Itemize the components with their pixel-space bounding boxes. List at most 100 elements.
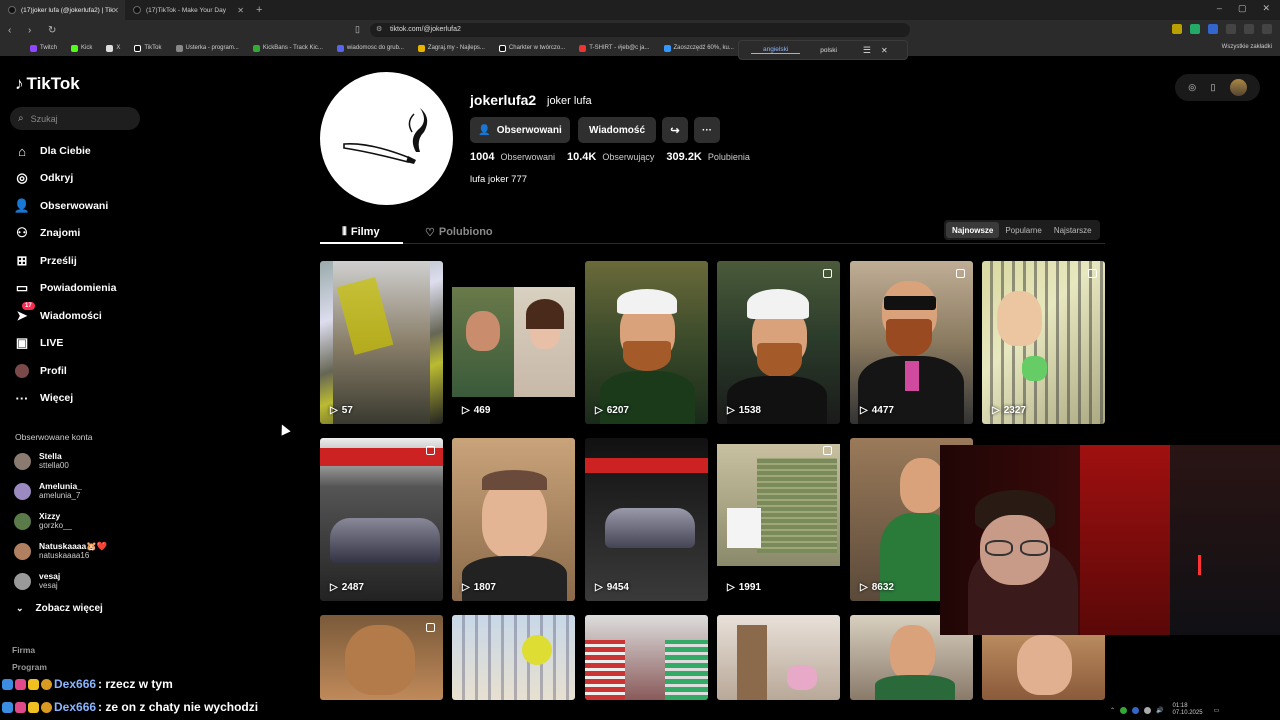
tray-arrow-icon[interactable]: ⌃ [1110, 707, 1115, 714]
compass-icon[interactable]: ◎ [1188, 82, 1196, 93]
profile-avatar[interactable] [320, 72, 453, 205]
profile-icon[interactable] [1244, 24, 1254, 34]
back-icon[interactable]: ‹ [8, 25, 20, 36]
bookmark-item[interactable]: Usterka - program... [175, 44, 239, 52]
followed-account[interactable]: Amelunia_ amelunia_7 [14, 481, 82, 501]
bookmark-item[interactable]: Zaoszczędź 60%, ku... [663, 44, 734, 52]
video-thumbnail[interactable]: ▷ 2487 [320, 438, 443, 601]
browser-tab[interactable]: (17)TikTok - Make Your Day ✕ [125, 0, 250, 20]
browser-tab[interactable]: (17)joker lufa (@jokerlufa2) | Tik ✕ [0, 0, 125, 20]
video-thumbnail[interactable]: ▷ 2327 [982, 261, 1105, 424]
video-thumbnail[interactable]: ▷ 57 [320, 261, 443, 424]
notification-icon[interactable]: ▭ [1214, 707, 1220, 714]
video-thumbnail[interactable]: ▷ 469 [452, 261, 575, 424]
sidebar-item-for-you[interactable]: ⌂ Dla Ciebie [14, 143, 91, 159]
sidebar-item-more[interactable]: ··· Więcej [14, 390, 74, 406]
tray-app-icon[interactable] [1144, 706, 1152, 714]
tiktok-logo[interactable]: ♪ TikTok [15, 74, 80, 94]
following-count-label[interactable]: Obserwowani [500, 152, 555, 162]
footer-link-program[interactable]: Program [12, 662, 47, 672]
sidebar-item-friends[interactable]: ⚇ Znajomi [14, 225, 80, 241]
followed-account[interactable]: Xizzy gorzko__ [14, 511, 72, 531]
following-button[interactable]: 👤 Obserwowani [470, 117, 570, 143]
translate-to[interactable]: polski [808, 47, 849, 54]
bookmark-item[interactable]: T-SHIRT - #jeb@c ja... [579, 44, 650, 52]
extension-icon[interactable] [1208, 24, 1218, 34]
search-input[interactable]: ⌕ Szukaj [10, 107, 140, 130]
followed-account[interactable]: Stella sttella00 [14, 451, 69, 471]
sort-oldest[interactable]: Najstarsze [1048, 222, 1098, 238]
logo-text: TikTok [26, 74, 80, 93]
phone-app-icon[interactable]: ▯ [1210, 82, 1215, 93]
sidebar-item-following[interactable]: 👤 Obserwowani [14, 198, 108, 214]
url-field[interactable]: ⚙ tiktok.com/@jokerlufa2 [370, 23, 910, 37]
site-info-icon[interactable]: ⚙ [376, 25, 382, 33]
followers-count-label[interactable]: Obserwujący [602, 152, 654, 162]
bookmark-kick[interactable]: Kick [71, 44, 92, 52]
followed-account[interactable]: Natuskaaaa🐹❤️ natuskaaaa16 [14, 541, 107, 561]
clock[interactable]: 01:18 07.10.2025 [1173, 703, 1203, 717]
sort-newest[interactable]: Najnowsze [946, 222, 1000, 238]
close-tab-icon[interactable]: ✕ [112, 6, 119, 15]
user-avatar[interactable] [1229, 79, 1247, 96]
video-thumbnail[interactable] [452, 615, 575, 700]
bookmark-twitch[interactable]: Twitch [30, 44, 57, 52]
video-thumbnail[interactable]: ▷ 4477 [850, 261, 973, 424]
minimize-icon[interactable]: – [1217, 3, 1222, 14]
close-window-icon[interactable]: ✕ [1262, 3, 1270, 14]
translate-menu-icon[interactable]: ☰ [863, 45, 871, 56]
volume-icon[interactable]: 🔊 [1156, 707, 1163, 714]
translate-close-icon[interactable]: ✕ [881, 46, 888, 55]
footer-link-company[interactable]: Firma [12, 645, 35, 655]
video-thumbnail[interactable]: ▷ 1538 [717, 261, 840, 424]
photo-carousel-icon [823, 269, 832, 278]
tray-app-icon[interactable] [1120, 706, 1128, 714]
video-thumbnail[interactable]: ▷ 6207 [585, 261, 708, 424]
tab-videos[interactable]: ⦀ Filmy [342, 220, 380, 244]
forward-icon[interactable]: › [28, 25, 40, 36]
translate-from[interactable]: angielski [751, 46, 801, 54]
view-count: ▷ 57 [330, 405, 353, 416]
sidebar-item-profile[interactable]: Profil [14, 363, 67, 379]
close-tab-icon[interactable]: ✕ [237, 6, 244, 15]
more-options-button[interactable]: ··· [694, 117, 720, 143]
maximize-icon[interactable]: ▢ [1238, 3, 1247, 14]
sidebar-item-upload[interactable]: ⊞ Prześlij [14, 253, 77, 269]
reload-icon[interactable]: ↻ [48, 25, 60, 36]
sidebar-item-live[interactable]: ▣ LIVE [14, 335, 64, 351]
followed-account[interactable]: vesaj vesaj [14, 571, 60, 591]
mouse-cursor [277, 422, 291, 436]
bookmark-tiktok[interactable]: TikTok [134, 44, 162, 52]
all-bookmarks[interactable]: Wszystkie zakładki [1222, 44, 1272, 50]
extension-icon[interactable] [1172, 24, 1182, 34]
message-button[interactable]: Wiadomość [578, 117, 656, 143]
video-thumbnail[interactable]: ▷ 1807 [452, 438, 575, 601]
bookmark-star-icon[interactable]: ▯ [355, 24, 360, 35]
extension-icon[interactable] [1226, 24, 1236, 34]
sidebar-item-explore[interactable]: ◎ Odkryj [14, 170, 73, 186]
bookmark-item[interactable]: KickBans - Track Kic... [252, 44, 323, 52]
video-thumbnail[interactable] [585, 615, 708, 700]
play-icon: ▷ [727, 405, 735, 416]
video-thumbnail[interactable]: ▷ 9454 [585, 438, 708, 601]
new-tab-icon[interactable]: + [256, 4, 262, 16]
tray-app-icon[interactable] [1132, 706, 1140, 714]
see-more-button[interactable]: ⌄ Zobacz więcej [16, 603, 103, 614]
bookmark-item[interactable]: wiadomosc do grub... [336, 44, 404, 52]
video-thumbnail[interactable]: ▷ 1991 [717, 438, 840, 601]
sort-popular[interactable]: Popularne [999, 222, 1047, 238]
sidebar-item-messages[interactable]: ➤ 17 Wiadomości [14, 302, 102, 324]
bookmark-item[interactable]: Zagraj.my - Najleps... [417, 44, 485, 52]
video-thumbnail[interactable] [717, 615, 840, 700]
extension-icon[interactable] [1190, 24, 1200, 34]
video-thumbnail[interactable] [320, 615, 443, 700]
system-tray: ⌃ 🔊 01:18 07.10.2025 ▭ [1110, 700, 1280, 720]
bookmark-x[interactable]: X [106, 44, 120, 52]
menu-icon[interactable] [1262, 24, 1272, 34]
share-button[interactable]: ↪ [662, 117, 688, 143]
bookmark-item[interactable]: Charkter w twórczo... [498, 44, 565, 52]
tab-liked[interactable]: ♡ Polubiono [425, 220, 493, 244]
emote-icon [2, 678, 13, 690]
translate-bar: angielski polski ☰ ✕ [738, 40, 908, 60]
sidebar-item-notifications[interactable]: ▭ Powiadomienia [14, 280, 117, 296]
